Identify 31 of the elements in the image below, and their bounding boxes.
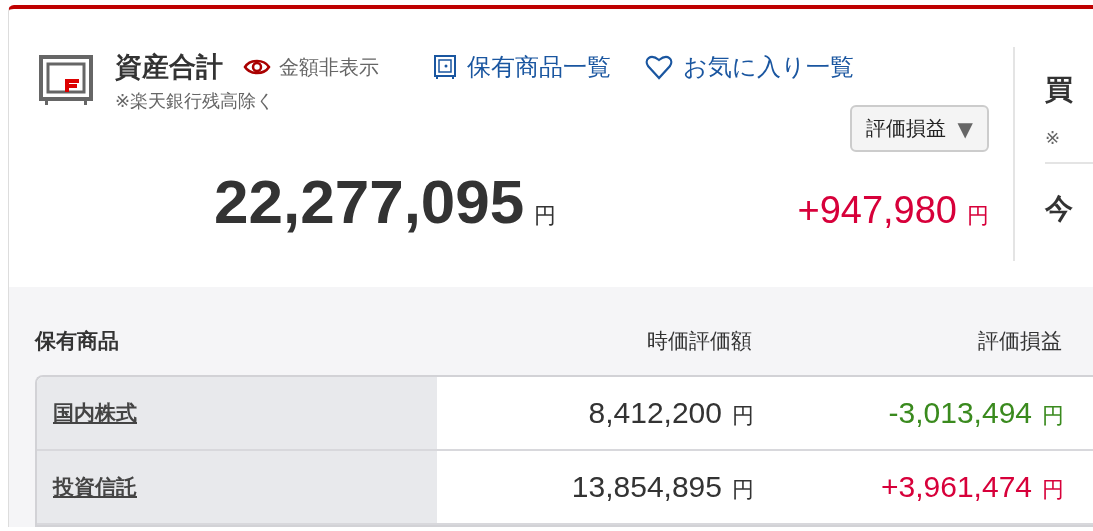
note-text: ※楽天銀行残高除く (115, 90, 275, 111)
market-value: 13,854,895 (571, 469, 722, 504)
profit-dropdown[interactable]: 評価損益 ▼ (849, 105, 989, 152)
hide-amounts-label[interactable]: 金額非表示 (279, 53, 379, 81)
column-header: 時価評価額 (647, 328, 752, 355)
profit-amount: +947,980 (797, 189, 957, 232)
column-header: 評価損益 (978, 328, 1062, 355)
caret-icon: ▼ (957, 116, 973, 141)
category-link[interactable]: 国内株式 (53, 399, 137, 427)
yen-unit: 円 (1042, 475, 1064, 504)
heart-icon (645, 54, 673, 80)
profit-value: -3,013,494 (888, 395, 1032, 430)
safe-icon (39, 55, 93, 107)
panel-heading: 今 (1045, 192, 1073, 225)
nav-link[interactable]: お気に入り一覧 (645, 51, 854, 83)
section-title: 資産合計 (115, 51, 223, 84)
profit-value: +3,961,474 (881, 469, 1032, 504)
yen-unit: 円 (534, 202, 557, 230)
yen-unit: 円 (732, 475, 754, 504)
note-text: ※ (1045, 127, 1061, 148)
panel-heading: 買 (1045, 73, 1073, 106)
market-value: 8,412,200 (588, 395, 722, 430)
total-amount: 22,277,095 (214, 166, 525, 237)
holdings-title: 保有商品 (35, 328, 119, 355)
nav-link[interactable]: 保有商品一覧 (433, 51, 611, 83)
eye-icon[interactable] (243, 57, 271, 77)
yen-unit: 円 (1042, 401, 1064, 430)
yen-unit: 円 (732, 401, 754, 430)
safe-icon (433, 54, 457, 80)
yen-unit: 円 (967, 202, 989, 230)
category-link[interactable]: 投資信託 (53, 473, 137, 501)
